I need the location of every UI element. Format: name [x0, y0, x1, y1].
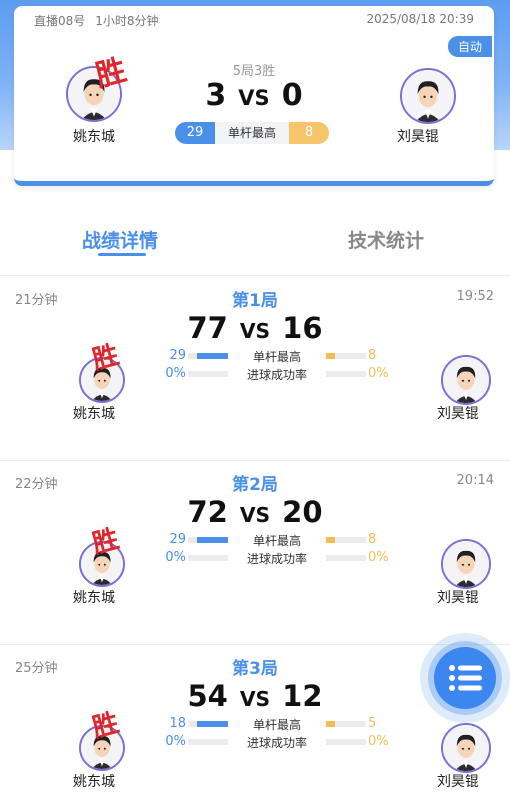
high-break-left: 29: [175, 122, 215, 144]
score-right: 16: [282, 311, 323, 345]
match-duration: 1小时8分钟: [95, 14, 159, 28]
game-score: 77 VS 16: [0, 311, 510, 345]
stat-right-value: 0%: [368, 734, 389, 749]
score-vs: VS: [239, 687, 271, 711]
stat-left-value: 0%: [165, 734, 186, 749]
score-right: 12: [282, 679, 323, 713]
menu-fab[interactable]: [420, 633, 510, 723]
stat-left-value: 0%: [165, 366, 186, 381]
stat-label: 进球成功率: [246, 368, 307, 382]
stat-left-value: 0%: [165, 550, 186, 565]
score-left: 54: [187, 679, 228, 713]
stat-label: 单杆最高: [252, 534, 301, 548]
stat-left-value: 18: [169, 716, 186, 731]
match-summary-card: 直播08号 1小时8分钟 2025/08/18 20:39 自动 胜 姚东城 刘昊…: [14, 6, 494, 186]
stat-label: 进球成功率: [246, 736, 307, 750]
game-time: 19:52: [456, 289, 494, 304]
stat-right-bar: [326, 739, 366, 745]
stat-row: 0% 进球成功率 0%: [160, 550, 388, 566]
match-score: 3 VS 0: [14, 78, 494, 113]
stat-left-bar: [188, 739, 228, 745]
score-vs: VS: [238, 86, 270, 110]
score-left: 3: [205, 78, 227, 113]
divider: [0, 275, 510, 276]
stat-right-value: 8: [368, 532, 377, 547]
player-right-name: 刘昊锟: [437, 406, 479, 422]
stat-left-bar: [188, 721, 228, 727]
stat-right-bar: [326, 353, 366, 359]
stat-row: 29 单杆最高 8: [160, 532, 377, 548]
score-vs: VS: [239, 319, 271, 343]
stat-right-value: 0%: [368, 550, 389, 565]
stat-left-value: 29: [169, 348, 186, 363]
stat-left-bar: [188, 353, 228, 359]
player-right-avatar[interactable]: [441, 355, 491, 405]
avatar-icon: [443, 541, 489, 587]
score-right: 0: [281, 78, 303, 113]
score-left: 77: [187, 311, 228, 345]
game-title: 第1局: [232, 291, 278, 311]
list-icon: [449, 665, 482, 691]
tab-tech-stats[interactable]: 技术统计: [316, 226, 456, 253]
game-card[interactable]: 22分钟 第2局 20:14 72 VS 20 胜 姚东城 刘昊锟 29 单杆最高 …: [0, 461, 510, 645]
stat-left-bar: [188, 555, 228, 561]
score-vs: VS: [239, 503, 271, 527]
tab-bar: 战绩详情 技术统计: [0, 226, 510, 258]
stat-left-bar: [188, 537, 228, 543]
match-meta: 直播08号 1小时8分钟: [34, 12, 159, 29]
stat-right-value: 8: [368, 348, 377, 363]
player-right-avatar[interactable]: [441, 539, 491, 589]
stat-right-value: 5: [368, 716, 377, 731]
avatar-icon: [443, 357, 489, 403]
high-break-summary: 29 单杆最高 8: [175, 122, 329, 144]
auto-badge[interactable]: 自动: [447, 36, 492, 57]
room-label: 直播08号: [34, 14, 86, 28]
tab-match-details[interactable]: 战绩详情: [50, 226, 190, 253]
player-right-name: 刘昊锟: [437, 590, 479, 606]
player-right-avatar[interactable]: [441, 723, 491, 773]
stat-right-bar: [326, 721, 366, 727]
stat-row: 0% 进球成功率 0%: [160, 734, 388, 750]
player-left-name: 姚东城: [73, 774, 115, 790]
match-datetime: 2025/08/18 20:39: [366, 12, 474, 26]
score-right: 20: [282, 495, 323, 529]
game-time: 20:14: [456, 473, 494, 488]
player-right-name: 刘昊锟: [397, 129, 439, 145]
stat-label: 单杆最高: [252, 350, 301, 364]
score-left: 72: [187, 495, 228, 529]
high-break-label: 单杆最高: [215, 122, 289, 144]
stat-right-bar: [326, 555, 366, 561]
stat-right-bar: [326, 537, 366, 543]
stat-label: 进球成功率: [246, 552, 307, 566]
stat-left-bar: [188, 371, 228, 377]
game-card[interactable]: 21分钟 第1局 19:52 77 VS 16 胜 姚东城 刘昊锟 29 单杆最高 …: [0, 277, 510, 461]
stat-row: 18 单杆最高 5: [160, 716, 377, 732]
match-format: 5局3胜: [232, 64, 276, 79]
high-break-right: 8: [289, 122, 329, 144]
stat-left-value: 29: [169, 532, 186, 547]
stat-label: 单杆最高: [252, 718, 301, 732]
player-left-name: 姚东城: [73, 406, 115, 422]
stat-row: 0% 进球成功率 0%: [160, 366, 388, 382]
stat-right-value: 0%: [368, 366, 389, 381]
player-right-name: 刘昊锟: [437, 774, 479, 790]
avatar-icon: [443, 725, 489, 771]
game-title: 第2局: [232, 475, 278, 495]
stat-right-bar: [326, 371, 366, 377]
tab-underline: [98, 253, 146, 256]
stat-row: 29 单杆最高 8: [160, 348, 377, 364]
player-left-name: 姚东城: [73, 129, 115, 145]
game-score: 72 VS 20: [0, 495, 510, 529]
player-left-name: 姚东城: [73, 590, 115, 606]
